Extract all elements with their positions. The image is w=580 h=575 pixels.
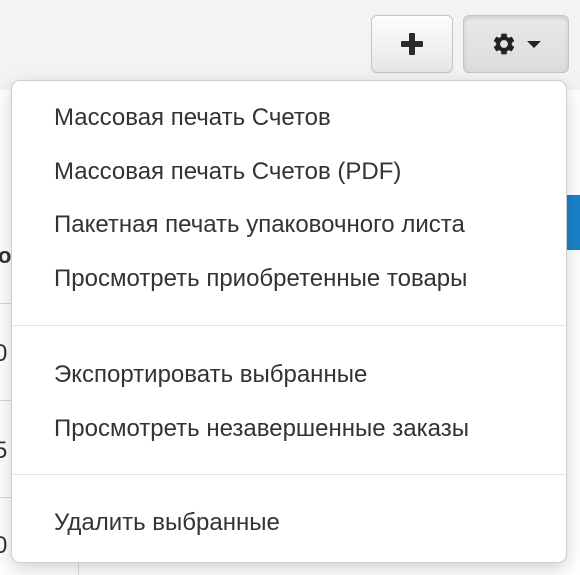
settings-dropdown-menu: Массовая печать Счетов Массовая печать С… bbox=[11, 80, 567, 563]
settings-dropdown-button[interactable] bbox=[463, 15, 569, 73]
table-cell-fragment: 5 bbox=[0, 437, 8, 464]
caret-down-icon bbox=[527, 40, 541, 48]
table-cell-fragment: 0 bbox=[0, 340, 8, 367]
menu-item-batch-print-packing-slip[interactable]: Пакетная печать упаковочного листа bbox=[54, 210, 465, 240]
menu-item-mass-print-invoices[interactable]: Массовая печать Счетов bbox=[54, 103, 331, 133]
menu-item-view-purchased-products[interactable]: Просмотреть приобретенные товары bbox=[54, 264, 467, 294]
gear-icon bbox=[493, 33, 515, 55]
menu-item-delete-selected[interactable]: Удалить выбранные bbox=[54, 508, 280, 538]
menu-divider bbox=[13, 474, 565, 476]
menu-item-export-selected[interactable]: Экспортировать выбранные bbox=[54, 360, 367, 390]
menu-item-view-incomplete-orders[interactable]: Просмотреть незавершенные заказы bbox=[54, 414, 469, 444]
add-button[interactable] bbox=[371, 15, 453, 73]
menu-divider bbox=[13, 325, 565, 327]
table-cell-fragment: 0 bbox=[0, 532, 8, 559]
plus-icon bbox=[401, 33, 423, 55]
menu-item-mass-print-invoices-pdf[interactable]: Массовая печать Счетов (PDF) bbox=[54, 157, 401, 187]
